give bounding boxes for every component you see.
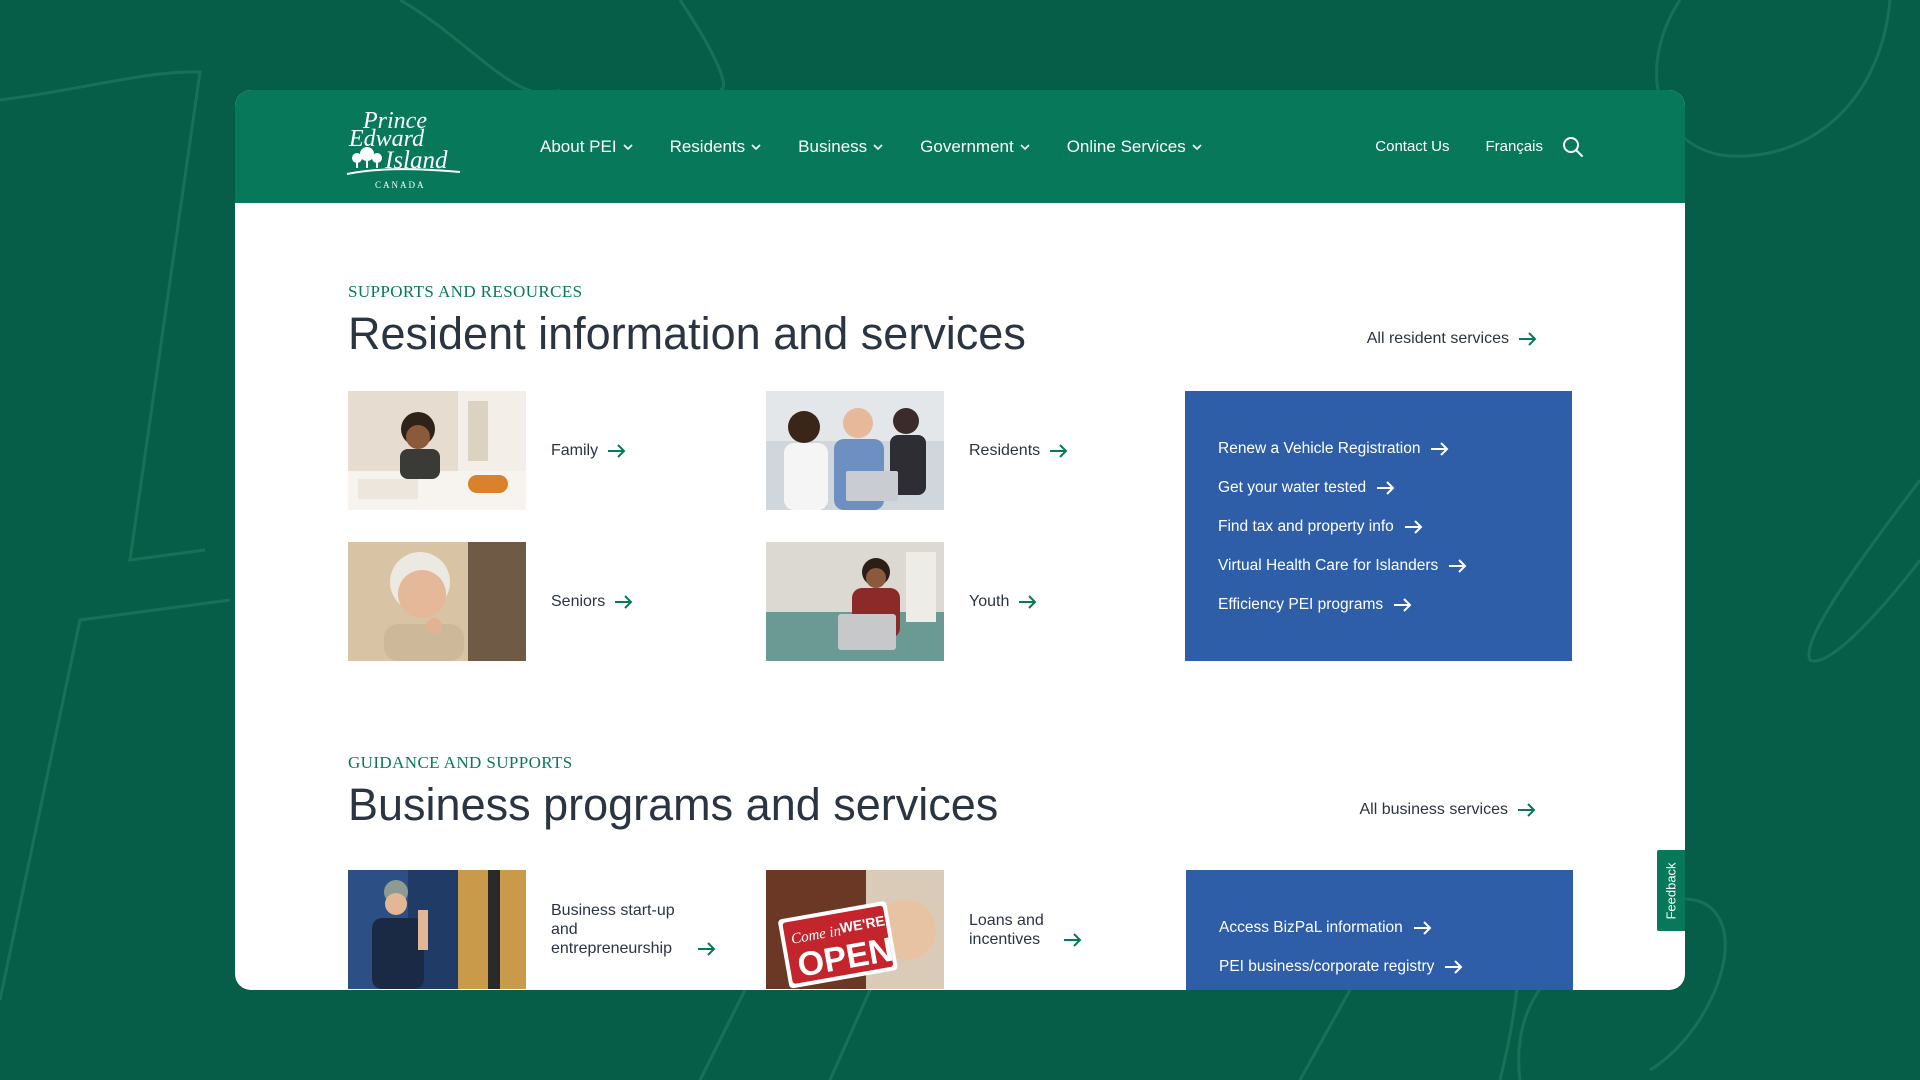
card-label-text: Residents — [969, 442, 1041, 459]
card-label: Residents — [969, 441, 1069, 460]
quick-link-corporate-registry[interactable]: PEI business/corporate registry — [1219, 947, 1573, 986]
nav-label: About PEI — [540, 136, 617, 156]
residents-section: SUPPORTS AND RESOURCES Resident informat… — [348, 282, 1573, 782]
nav-item-about-pei[interactable]: About PEI — [540, 137, 634, 157]
section-eyebrow: SUPPORTS AND RESOURCES — [348, 282, 583, 301]
arrow-right-icon — [1431, 441, 1449, 456]
quick-link-label: Renew a Vehicle Registration — [1218, 439, 1421, 457]
card-youth[interactable]: Youth — [766, 542, 1038, 661]
chevron-down-icon — [751, 143, 761, 150]
nav-label: Government — [920, 136, 1014, 156]
quick-link-label: PEI business/corporate registry — [1219, 957, 1435, 975]
card-label-text: Loans and incentives — [969, 911, 1044, 948]
page-frame: Prince Edward Island CANADA About PEI Re… — [235, 90, 1685, 990]
business-quick-links-panel: Access BizPaL information PEI business/c… — [1186, 870, 1573, 990]
feedback-tab[interactable]: Feedback — [1655, 848, 1685, 933]
card-residents[interactable]: Residents — [766, 391, 1069, 510]
chevron-down-icon — [1020, 143, 1030, 150]
nav-item-online-services[interactable]: Online Services — [1067, 137, 1203, 157]
quick-link-label: Efficiency PEI programs — [1218, 595, 1384, 613]
youth-with-laptop-photo — [766, 542, 944, 661]
arrow-right-icon — [615, 594, 633, 609]
open-sign-photo: Come in WE'RE OPEN — [766, 870, 944, 989]
people-at-laptop-photo — [766, 391, 944, 510]
main-nav: About PEI Residents Business Government … — [540, 90, 1239, 203]
utility-nav: Contact Us Français — [1339, 90, 1585, 203]
card-label-text: Youth — [969, 593, 1010, 610]
card-label-text: Seniors — [551, 593, 606, 610]
language-toggle-link[interactable]: Français — [1485, 138, 1543, 155]
nav-label: Business — [798, 136, 868, 156]
nav-label: Online Services — [1066, 136, 1186, 156]
quick-link-label: Access BizPaL information — [1219, 918, 1403, 936]
all-resident-services-link[interactable]: All resident services — [1367, 330, 1538, 348]
card-label: Loans and incentives — [969, 911, 1083, 949]
arrow-right-icon — [698, 942, 716, 956]
card-loans-incentives[interactable]: Come in WE'RE OPEN Loans and incentives — [766, 870, 1083, 989]
section-eyebrow: GUIDANCE AND SUPPORTS — [348, 753, 573, 772]
chevron-down-icon — [622, 143, 633, 150]
quick-link-renew-vehicle[interactable]: Renew a Vehicle Registration — [1218, 429, 1572, 468]
logo-line4: CANADA — [375, 180, 426, 190]
arrow-right-icon — [1445, 959, 1463, 974]
arrow-right-icon — [1413, 920, 1432, 935]
card-family[interactable]: Family — [348, 391, 627, 510]
quick-link-bizpal[interactable]: Access BizPaL information — [1219, 908, 1573, 947]
card-label-text: Family — [551, 442, 599, 459]
quick-link-tax-property[interactable]: Find tax and property info — [1218, 507, 1572, 546]
arrow-right-icon — [1404, 519, 1423, 534]
child-drawing-photo — [348, 391, 526, 510]
quick-link-virtual-health[interactable]: Virtual Health Care for Islanders — [1218, 546, 1572, 585]
arrow-right-icon — [1519, 332, 1537, 346]
chevron-down-icon — [873, 143, 883, 150]
link-label: All resident services — [1366, 330, 1509, 347]
link-label: All business services — [1359, 801, 1509, 818]
quick-link-label: Find tax and property info — [1218, 517, 1394, 535]
card-label: Business start-up and entrepreneurship — [551, 901, 717, 958]
card-label: Seniors — [551, 592, 634, 611]
card-label: Youth — [969, 592, 1038, 611]
arrow-right-icon — [1064, 932, 1082, 947]
nav-item-residents[interactable]: Residents — [670, 137, 763, 157]
arrow-right-icon — [1019, 594, 1037, 609]
quick-link-efficiency-pei[interactable]: Efficiency PEI programs — [1218, 585, 1572, 624]
arrow-right-icon — [1050, 443, 1068, 458]
card-label: Family — [551, 441, 627, 460]
quick-link-label: Virtual Health Care for Islanders — [1218, 556, 1439, 574]
card-label-text: Business start-up and entrepreneurship — [551, 902, 675, 957]
business-section: GUIDANCE AND SUPPORTS Business programs … — [348, 753, 1573, 990]
quick-link-water-tested[interactable]: Get your water tested — [1218, 468, 1572, 507]
card-business-startup[interactable]: Business start-up and entrepreneurship — [348, 870, 717, 989]
arrow-right-icon — [1377, 480, 1395, 495]
quick-link-label: Get your water tested — [1218, 478, 1367, 496]
resident-quick-links-panel: Renew a Vehicle Registration Get your wa… — [1185, 391, 1572, 661]
worker-photo — [348, 870, 526, 989]
senior-woman-photo — [348, 542, 526, 661]
arrow-right-icon — [1394, 597, 1412, 612]
card-seniors[interactable]: Seniors — [348, 542, 634, 661]
nav-item-business[interactable]: Business — [798, 137, 884, 157]
nav-item-government[interactable]: Government — [920, 137, 1031, 157]
search-icon[interactable] — [1561, 135, 1585, 159]
arrow-right-icon — [1518, 803, 1536, 817]
contact-us-link[interactable]: Contact Us — [1375, 138, 1449, 155]
chevron-down-icon — [1192, 143, 1202, 150]
arrow-right-icon — [608, 443, 626, 458]
all-business-services-link[interactable]: All business services — [1360, 801, 1538, 819]
arrow-right-icon — [1449, 558, 1467, 573]
pei-logo[interactable]: Prince Edward Island CANADA — [345, 102, 465, 192]
site-header: Prince Edward Island CANADA About PEI Re… — [235, 90, 1685, 203]
nav-label: Residents — [669, 136, 746, 156]
feedback-label: Feedback — [1663, 861, 1679, 920]
